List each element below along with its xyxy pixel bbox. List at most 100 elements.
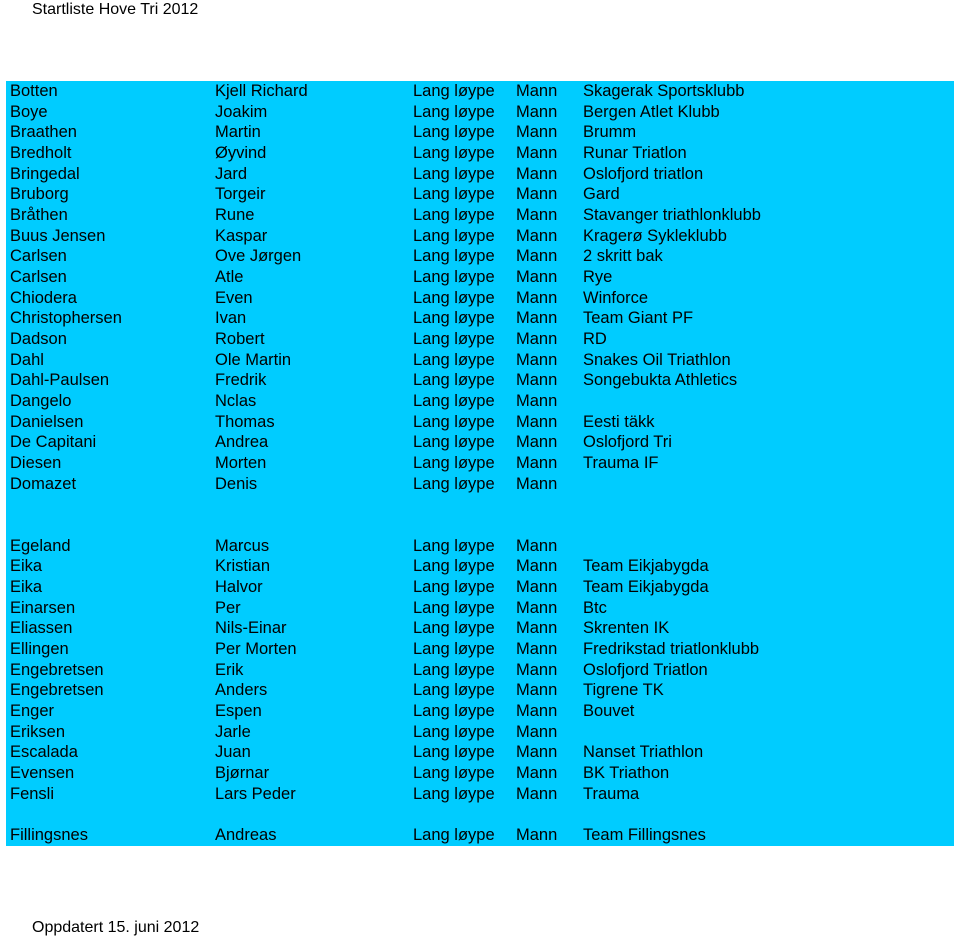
cell-gender: Mann bbox=[516, 619, 558, 638]
cell-last-name: Engebretsen bbox=[10, 660, 104, 679]
cell-gender: Mann bbox=[516, 144, 558, 162]
cell-first-name: Ove Jørgen bbox=[215, 247, 302, 266]
table-row: Bruborg Torgeir Lang løype Mann Gard bbox=[6, 184, 954, 205]
cell-first-name: Halvor bbox=[215, 578, 263, 597]
cell-course: Lang løype bbox=[413, 309, 495, 328]
cell-course: Lang løype bbox=[413, 702, 495, 721]
cell-gender: Mann bbox=[516, 784, 558, 803]
cell-first-name: Atle bbox=[215, 268, 244, 287]
cell-club: Brumm bbox=[583, 123, 637, 142]
cell-first-name: Fredrik bbox=[215, 371, 267, 390]
cell-gender: Mann bbox=[516, 722, 558, 741]
cell-gender: Mann bbox=[516, 660, 558, 679]
cell-last-name: Enger bbox=[10, 702, 55, 721]
cell-last-name: Dadson bbox=[10, 330, 67, 349]
cell-gender: Mann bbox=[516, 226, 558, 245]
cell-last-name: Dahl bbox=[10, 350, 44, 369]
cell-course: Lang løype bbox=[413, 247, 495, 266]
cell-first-name: Lars Peder bbox=[215, 784, 296, 803]
table-row: Buus Jensen Kaspar Lang løype Mann Kragerø S… bbox=[6, 226, 954, 247]
cell-club: Snakes Oil Triathlon bbox=[583, 350, 731, 369]
cell-club: Winforce bbox=[583, 288, 649, 307]
cell-first-name: Anders bbox=[215, 681, 268, 700]
cell-first-name: Kristian bbox=[215, 557, 271, 576]
cell-last-name: Bråthen bbox=[10, 206, 68, 225]
cell-club: Bouvet bbox=[583, 702, 635, 721]
cell-course: Lang løype bbox=[413, 743, 495, 762]
cell-course: Lang løype bbox=[413, 598, 495, 617]
cell-gender: Mann bbox=[516, 268, 558, 287]
cell-course: Lang løype bbox=[413, 454, 495, 473]
cell-club: RD bbox=[583, 330, 607, 349]
cell-first-name: Jarle bbox=[215, 722, 251, 741]
cell-gender: Mann bbox=[516, 764, 558, 783]
table-row: Braathen Martin Lang løype Mann Brumm bbox=[6, 122, 954, 143]
cell-first-name: Thomas bbox=[215, 412, 275, 431]
cell-first-name: Erik bbox=[215, 660, 244, 679]
cell-first-name: Jard bbox=[215, 164, 248, 183]
cell-club: Fredrikstad triatlonklubb bbox=[583, 640, 760, 659]
cell-course: Lang løype bbox=[413, 826, 495, 845]
cell-club: 2 skritt bak bbox=[583, 247, 663, 266]
cell-last-name: Escalada bbox=[10, 743, 78, 762]
cell-first-name: Espen bbox=[215, 702, 262, 721]
cell-club: Skrenten IK bbox=[583, 619, 670, 638]
cell-club: Oslofjord Triatlon bbox=[583, 660, 708, 679]
table-row: Eika Kristian Lang løype Mann Team Eikjabygd… bbox=[6, 556, 954, 577]
cell-course: Lang løype bbox=[413, 474, 495, 493]
cell-first-name: Marcus bbox=[215, 536, 270, 555]
cell-course: Lang løype bbox=[413, 102, 495, 121]
table-row: Chiodera Even Lang løype Mann Winforce bbox=[6, 288, 954, 309]
table-row: Dadson Robert Lang løype Mann RD bbox=[6, 329, 954, 350]
cell-last-name: Diesen bbox=[10, 454, 62, 473]
cell-gender: Mann bbox=[516, 371, 558, 390]
cell-club: Oslofjord Tri bbox=[583, 433, 672, 452]
cell-gender: Mann bbox=[516, 681, 558, 700]
cell-course: Lang løype bbox=[413, 681, 495, 700]
table-row: Fensli Lars Peder Lang løype Mann Trauma bbox=[6, 784, 954, 805]
cell-first-name: Nclas bbox=[215, 392, 257, 411]
updated-date: Oppdatert 15. juni 2012 bbox=[32, 919, 200, 936]
cell-last-name: Dahl-Paulsen bbox=[10, 371, 110, 390]
cell-club: Rye bbox=[583, 268, 613, 287]
page-title: Startliste Hove Tri 2012 bbox=[32, 1, 199, 18]
cell-club: Kragerø Sykleklubb bbox=[583, 226, 727, 245]
cell-gender: Mann bbox=[516, 206, 558, 225]
table-row: Boye Joakim Lang løype Mann Bergen Atlet Klu… bbox=[6, 102, 954, 123]
cell-gender: Mann bbox=[516, 288, 558, 307]
cell-club: Team Giant PF bbox=[583, 309, 694, 328]
table-row: Einarsen Per Lang løype Mann Btc bbox=[6, 598, 954, 619]
table-row: Eliassen Nils-Einar Lang løype Mann Skrenten… bbox=[6, 618, 954, 639]
cell-last-name: Bruborg bbox=[10, 185, 69, 204]
cell-course: Lang løype bbox=[413, 350, 495, 369]
cell-course: Lang løype bbox=[413, 536, 495, 555]
cell-course: Lang løype bbox=[413, 226, 495, 245]
cell-first-name: Andrea bbox=[215, 433, 269, 452]
cell-course: Lang løype bbox=[413, 557, 495, 576]
cell-course: Lang løype bbox=[413, 185, 495, 204]
cell-club: Oslofjord triatlon bbox=[583, 164, 704, 183]
cell-course: Lang løype bbox=[413, 660, 495, 679]
cell-last-name: Bredholt bbox=[10, 144, 72, 162]
cell-gender: Mann bbox=[516, 309, 558, 328]
cell-gender: Mann bbox=[516, 82, 558, 100]
cell-first-name: Øyvind bbox=[215, 144, 267, 162]
cell-gender: Mann bbox=[516, 412, 558, 431]
cell-gender: Mann bbox=[516, 102, 558, 121]
cell-gender: Mann bbox=[516, 330, 558, 349]
cell-club: Gard bbox=[583, 185, 620, 204]
cell-last-name: Eriksen bbox=[10, 722, 66, 741]
cell-gender: Mann bbox=[516, 743, 558, 762]
cell-gender: Mann bbox=[516, 392, 558, 411]
cell-course: Lang løype bbox=[413, 764, 495, 783]
cell-club: Eesti täkk bbox=[583, 412, 655, 431]
table-row: Carlsen Atle Lang løype Mann Rye bbox=[6, 267, 954, 288]
cell-last-name: Eika bbox=[10, 557, 43, 576]
table-row: Dahl Ole Martin Lang løype Mann Snakes Oil T… bbox=[6, 350, 954, 371]
cell-course: Lang løype bbox=[413, 578, 495, 597]
table-row: Botten Kjell Richard Lang løype Mann Skagera… bbox=[6, 81, 954, 102]
cell-course: Lang løype bbox=[413, 123, 495, 142]
cell-club: Bergen Atlet Klubb bbox=[583, 102, 720, 121]
cell-first-name: Bjørnar bbox=[215, 764, 270, 783]
cell-first-name: Torgeir bbox=[215, 185, 266, 204]
